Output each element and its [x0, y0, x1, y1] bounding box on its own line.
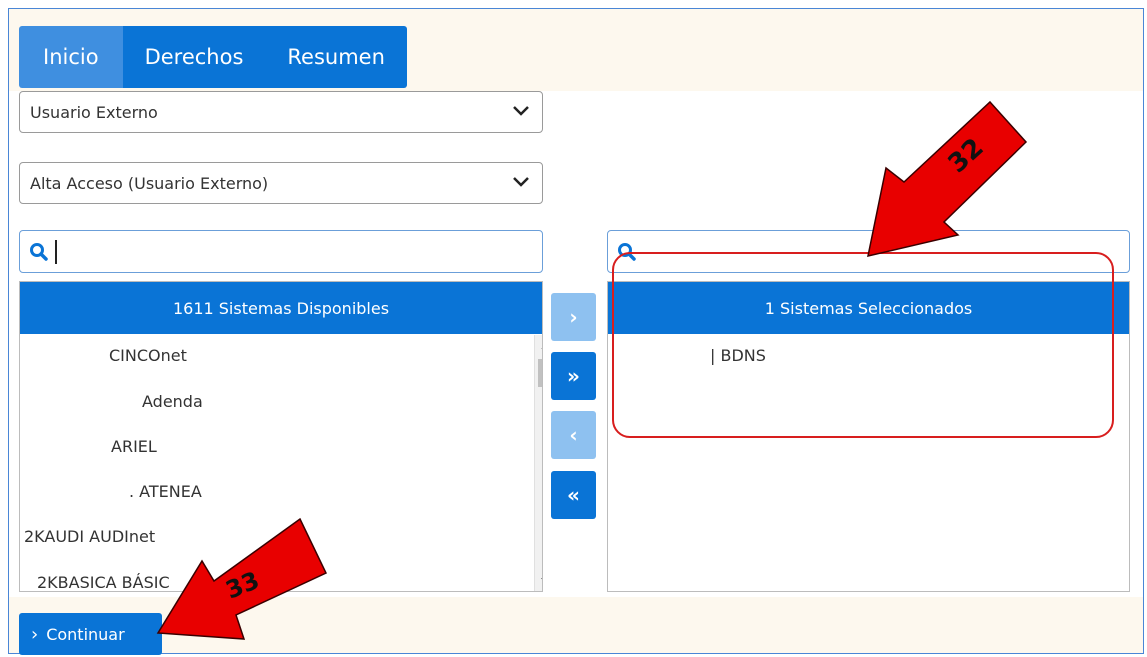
request-type-select[interactable]: Alta Acceso (Usuario Externo) — [19, 162, 543, 204]
remove-all-button[interactable]: « — [551, 471, 596, 519]
wizard-tabs: Inicio Derechos Resumen — [19, 26, 407, 88]
user-type-value: Usuario Externo — [30, 102, 158, 122]
tab-derechos[interactable]: Derechos — [122, 26, 266, 88]
search-icon — [30, 243, 48, 261]
list-item[interactable]: ARIEL — [111, 437, 157, 456]
scroll-up-arrow[interactable] — [541, 343, 542, 349]
list-item[interactable]: 2KAUDI AUDInet — [24, 527, 155, 546]
available-search-input[interactable] — [19, 230, 543, 273]
tab-inicio[interactable]: Inicio — [19, 26, 123, 88]
list-item[interactable]: . ATENEA — [129, 482, 202, 501]
add-all-button[interactable]: » — [551, 352, 596, 400]
annotation-arrow-33: 33 — [156, 517, 328, 640]
remove-one-button[interactable]: ‹ — [551, 411, 596, 459]
text-caret — [55, 240, 57, 264]
chevron-right-icon: › — [31, 623, 39, 645]
continue-label: Continuar — [46, 624, 125, 644]
continue-button[interactable]: › Continuar — [19, 613, 162, 655]
list-scrollbar[interactable] — [534, 335, 542, 591]
add-one-button[interactable]: › — [551, 293, 596, 341]
scroll-down-arrow[interactable] — [541, 578, 542, 584]
chevron-down-icon — [513, 177, 529, 187]
annotation-arrow-32: 32 — [867, 100, 1028, 257]
list-item[interactable]: Adenda — [142, 392, 203, 411]
annotation-callout — [612, 252, 1114, 438]
list-item[interactable]: CINCOnet — [109, 346, 187, 365]
request-type-value: Alta Acceso (Usuario Externo) — [30, 173, 269, 193]
available-systems-header: 1611 Sistemas Disponibles — [20, 282, 542, 334]
chevron-down-icon — [513, 106, 529, 116]
user-type-select[interactable]: Usuario Externo — [19, 91, 543, 133]
tab-resumen[interactable]: Resumen — [265, 26, 407, 88]
scroll-thumb[interactable] — [538, 359, 542, 387]
